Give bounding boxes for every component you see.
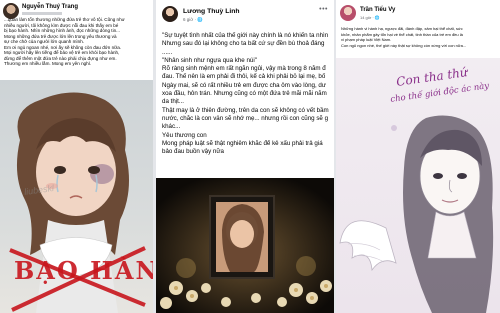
post-author[interactable]: Nguyễn Thuý Trang bbox=[22, 4, 78, 10]
post-illustration[interactable]: BẠO HÀNH liubeskl bbox=[0, 80, 153, 313]
post-text: ...quan làm tổn thương những đứa trẻ thơ… bbox=[4, 17, 125, 66]
post-header: Lương Thuỳ Linh 6 giờ · 🌐 ••• bbox=[156, 0, 334, 22]
avatar[interactable] bbox=[340, 5, 356, 21]
more-options-icon[interactable]: ••• bbox=[319, 6, 328, 13]
avatar[interactable] bbox=[162, 6, 178, 22]
post-text: Những hành vi hành hạ, ngược đãi, đánh đ… bbox=[341, 26, 467, 48]
memorial-photo-with-flowers bbox=[156, 178, 334, 313]
image-caption-bao-hanh: BẠO HÀNH bbox=[14, 256, 153, 285]
post-photo-memorial[interactable] bbox=[156, 178, 334, 313]
facebook-post-3: Trần Tiểu Vy 14 giờ · 🌐 Những hành vi hà… bbox=[336, 0, 500, 313]
post-header: Trần Tiểu Vy 14 giờ · 🌐 bbox=[336, 0, 500, 22]
facebook-post-1: Nguyễn Thuý Trang ...quan làm tổn thương… bbox=[0, 0, 153, 313]
post-illustration[interactable]: Con tha thứ cho thế giới độc ác này bbox=[336, 58, 500, 313]
post-meta bbox=[22, 12, 62, 15]
post-author[interactable]: Lương Thuỳ Linh bbox=[183, 8, 240, 15]
post-author[interactable]: Trần Tiểu Vy bbox=[360, 7, 395, 13]
facebook-post-2: Lương Thuỳ Linh 6 giờ · 🌐 ••• "Sự tuyệt … bbox=[156, 0, 334, 313]
post-text: "Sự tuyệt tình nhất của thế giới này chí… bbox=[162, 32, 329, 156]
post-meta: 14 giờ · 🌐 bbox=[360, 15, 380, 20]
post-meta: 6 giờ · 🌐 bbox=[183, 17, 203, 22]
